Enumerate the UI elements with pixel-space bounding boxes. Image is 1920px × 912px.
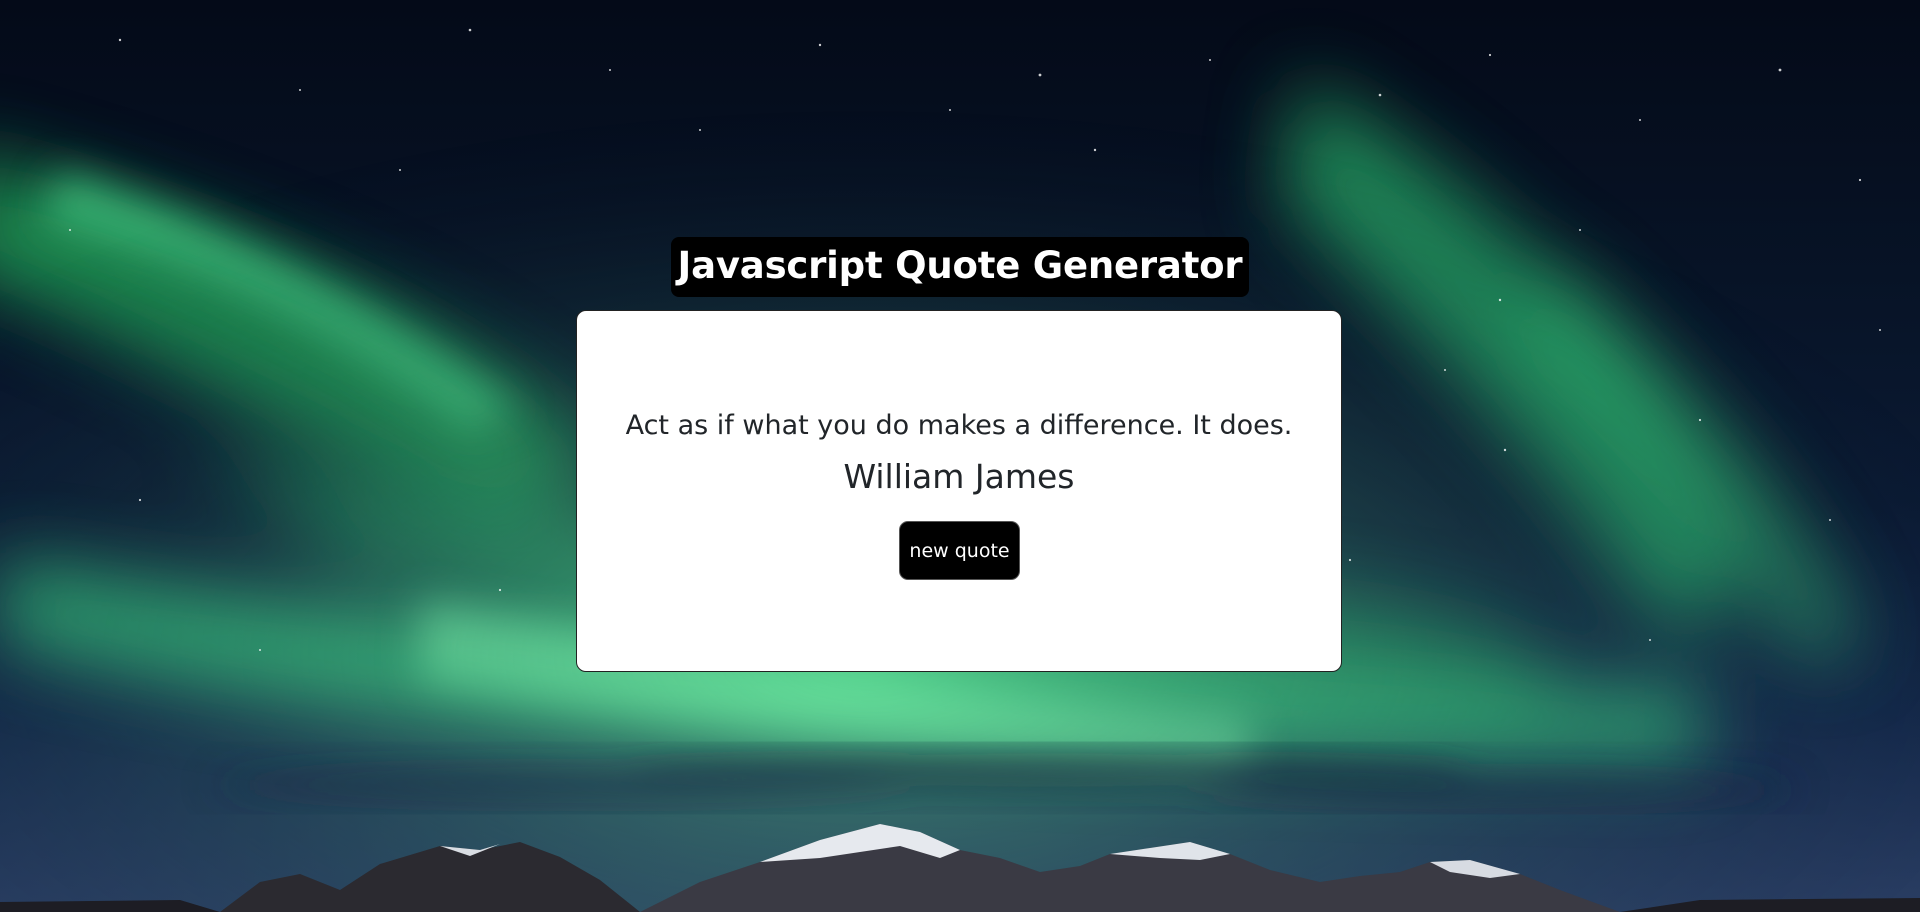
quote-author: William James: [843, 457, 1075, 496]
quote-card: Act as if what you do makes a difference…: [576, 310, 1342, 672]
title-container: Javascript Quote Generator: [0, 237, 1920, 297]
mountain-range: [0, 824, 1920, 912]
page-title: Javascript Quote Generator: [670, 237, 1250, 297]
new-quote-button[interactable]: new quote: [899, 521, 1020, 580]
quote-text: Act as if what you do makes a difference…: [625, 410, 1293, 441]
